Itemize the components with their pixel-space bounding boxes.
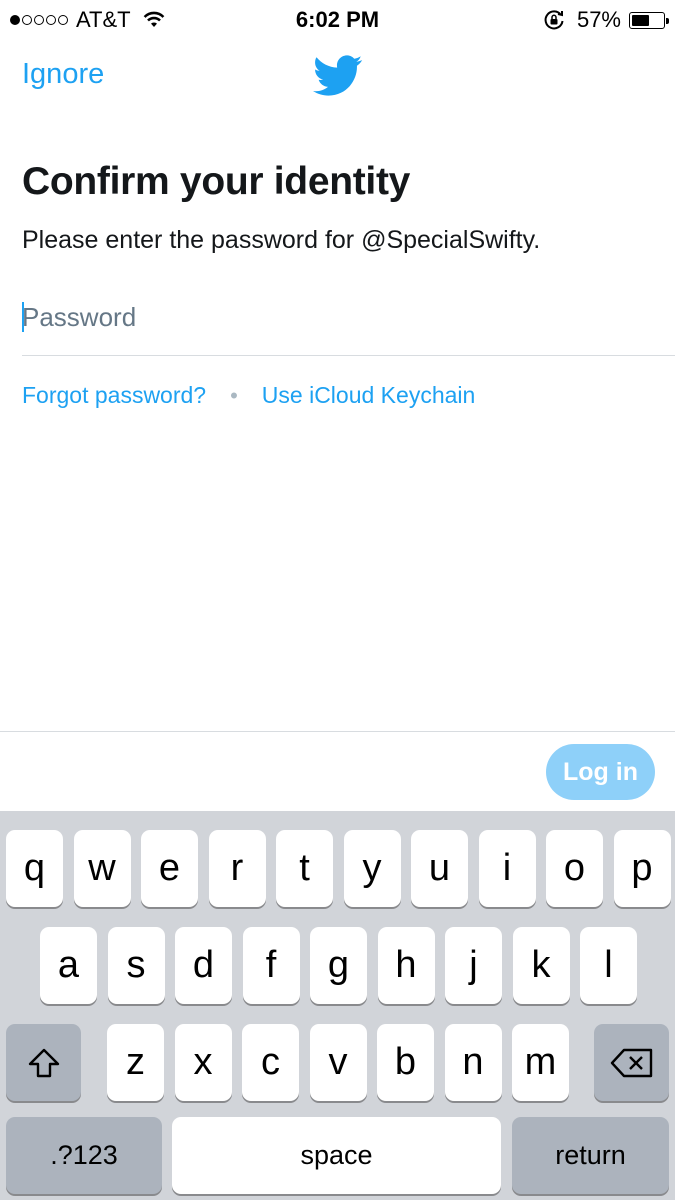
key-d[interactable]: d <box>175 927 232 1004</box>
twitter-logo-icon <box>313 55 363 96</box>
key-w[interactable]: w <box>73 830 131 907</box>
key-e[interactable]: e <box>141 830 198 907</box>
key-k[interactable]: k <box>512 927 570 1004</box>
rotation-lock-icon <box>544 10 564 30</box>
delete-key[interactable] <box>594 1024 669 1101</box>
shift-icon <box>28 1048 59 1077</box>
icloud-keychain-link[interactable]: Use iCloud Keychain <box>262 382 476 409</box>
key-q[interactable]: q <box>6 830 63 907</box>
key-v[interactable]: v <box>309 1024 367 1101</box>
battery-icon <box>629 11 669 29</box>
backspace-icon <box>610 1048 652 1077</box>
key-i[interactable]: i <box>478 830 536 907</box>
text-caret <box>22 302 24 332</box>
password-input[interactable] <box>22 296 675 356</box>
key-h[interactable]: h <box>377 927 435 1004</box>
return-key[interactable]: return <box>512 1117 669 1194</box>
space-key[interactable]: space <box>172 1117 501 1194</box>
page-title: Confirm your identity <box>22 160 411 203</box>
key-z[interactable]: z <box>107 1024 164 1101</box>
key-g[interactable]: g <box>310 927 367 1004</box>
status-bar: AT&T 6:02 PM 57% <box>0 0 675 38</box>
key-n[interactable]: n <box>444 1024 502 1101</box>
key-s[interactable]: s <box>107 927 165 1004</box>
key-b[interactable]: b <box>377 1024 434 1101</box>
numbers-key[interactable]: .?123 <box>6 1117 162 1194</box>
key-m[interactable]: m <box>512 1024 569 1101</box>
key-u[interactable]: u <box>411 830 468 907</box>
key-o[interactable]: o <box>546 830 603 907</box>
auth-links: Forgot password? • Use iCloud Keychain <box>22 382 475 409</box>
login-button[interactable]: Log in <box>546 744 655 800</box>
link-separator: • <box>230 382 238 408</box>
key-p[interactable]: p <box>613 830 671 907</box>
key-j[interactable]: j <box>445 927 502 1004</box>
ignore-button[interactable]: Ignore <box>22 58 104 91</box>
page-subtitle: Please enter the password for @SpecialSw… <box>22 226 541 254</box>
key-r[interactable]: r <box>208 830 266 907</box>
key-a[interactable]: a <box>40 927 97 1004</box>
status-right: 57% <box>543 7 669 33</box>
action-bar: Log in <box>0 731 675 811</box>
key-y[interactable]: y <box>343 830 401 907</box>
shift-key[interactable] <box>6 1024 81 1101</box>
forgot-password-link[interactable]: Forgot password? <box>22 382 206 409</box>
keyboard: .?123 space return qwertyuiop asdfghjkl zx… <box>0 811 675 1200</box>
battery-level-fill <box>632 14 650 26</box>
key-t[interactable]: t <box>276 830 333 907</box>
key-c[interactable]: c <box>242 1024 299 1101</box>
key-x[interactable]: x <box>174 1024 232 1101</box>
key-f[interactable]: f <box>242 927 300 1004</box>
key-l[interactable]: l <box>580 927 637 1004</box>
battery-percent: 57% <box>576 7 621 32</box>
